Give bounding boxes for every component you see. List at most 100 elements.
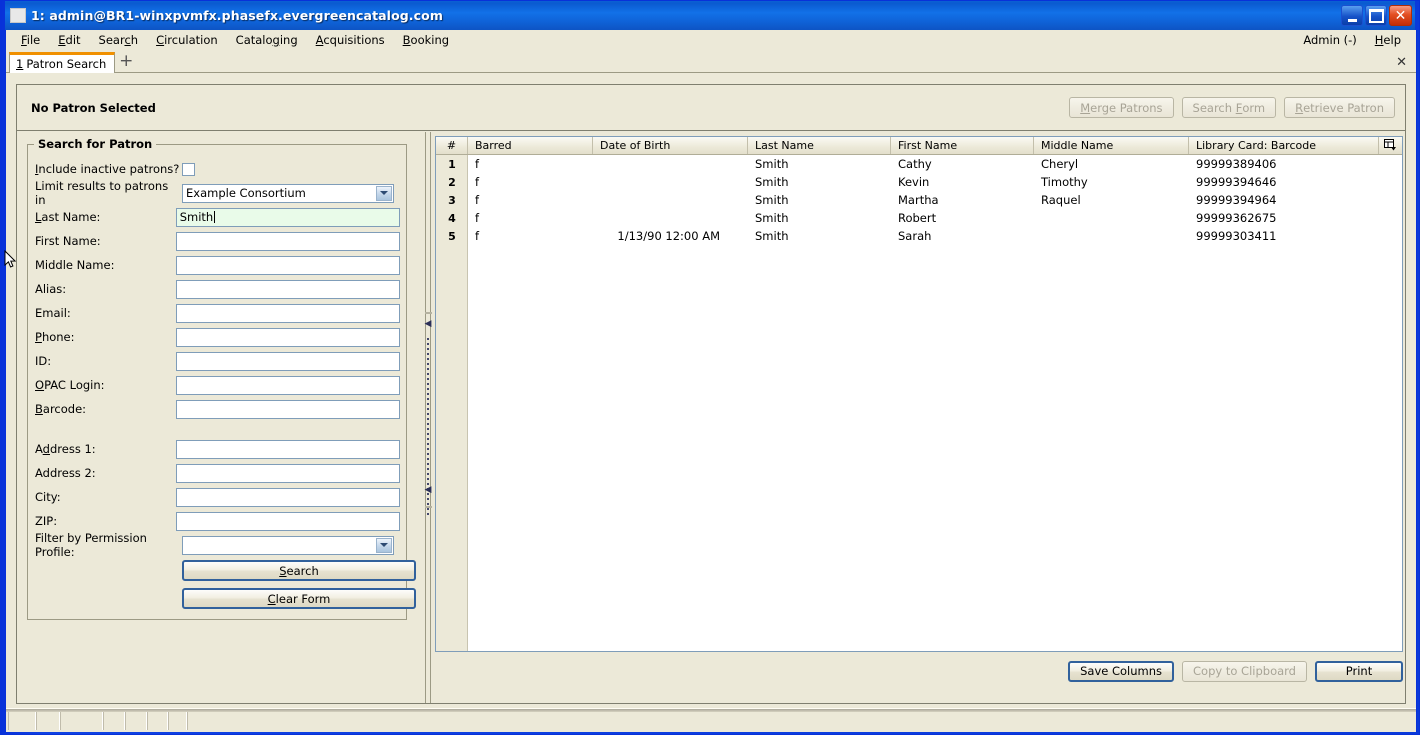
column-header-number[interactable]: # <box>436 137 468 154</box>
email-input[interactable] <box>175 303 400 323</box>
column-header-last-name[interactable]: Last Name <box>748 137 891 154</box>
column-header-library-card-barcode[interactable]: Library Card: Barcode <box>1189 137 1379 154</box>
last-name-label: Last Name: <box>35 210 101 224</box>
menu-admin[interactable]: Admin (-) <box>1294 31 1365 49</box>
menu-acquisitions[interactable]: Acquisitions <box>307 31 394 49</box>
address-2-input[interactable] <box>175 463 400 483</box>
menu-file-label-rest: ile <box>26 32 41 47</box>
copy-to-clipboard-button[interactable]: Copy to Clipboard <box>1182 660 1307 682</box>
column-picker-icon <box>1384 138 1397 153</box>
first-name-label: First Name: <box>35 234 101 248</box>
id-label: ID: <box>35 354 52 368</box>
field-opac-login: OPAC Login: <box>34 373 400 397</box>
middle-name-input[interactable] <box>175 255 400 275</box>
menu-edit[interactable]: Edit <box>49 31 89 49</box>
close-tab-icon[interactable]: ✕ <box>1396 55 1416 72</box>
phone-label: Phone: <box>35 330 75 344</box>
search-form-button[interactable]: Search Form <box>1181 97 1277 118</box>
city-input[interactable] <box>175 487 400 507</box>
column-header-middle-name[interactable]: Middle Name <box>1034 137 1189 154</box>
first-name-input[interactable] <box>175 231 400 251</box>
address-2-label: Address 2: <box>35 466 96 480</box>
table-row[interactable]: 1 f Smith Cathy Cheryl 99999389406 <box>436 155 1402 173</box>
column-picker-button[interactable] <box>1379 137 1402 154</box>
column-header-barred[interactable]: Barred <box>468 137 593 154</box>
close-window-button[interactable]: ✕ <box>1389 5 1412 26</box>
menu-circulation[interactable]: Circulation <box>147 31 227 49</box>
save-columns-button[interactable]: Save Columns <box>1068 660 1175 682</box>
include-inactive-checkbox[interactable] <box>182 162 195 176</box>
splitter-nub-top <box>425 311 432 314</box>
table-row[interactable]: 3 f Smith Martha Raquel 99999394964 <box>436 191 1402 209</box>
search-button[interactable]: Search <box>182 560 416 581</box>
permission-profile-select[interactable] <box>182 535 394 555</box>
field-zip: ZIP: <box>34 509 400 533</box>
table-row[interactable]: 4 f Smith Robert 99999362675 <box>436 209 1402 227</box>
results-header-row: # Barred Date of Birth Last Name First N… <box>436 137 1402 155</box>
zip-input[interactable] <box>175 511 400 531</box>
cell-first-name: Cathy <box>898 157 932 171</box>
search-for-patron-groupbox: Search for Patron Include inactive patro… <box>27 137 416 620</box>
split-container: Search for Patron Include inactive patro… <box>17 132 1405 703</box>
patron-header-strip: No Patron Selected Merge Patrons Search … <box>17 85 1405 131</box>
opac-login-label: OPAC Login: <box>35 378 105 392</box>
status-pane <box>187 712 1414 730</box>
cell-date-of-birth <box>593 191 748 209</box>
menu-file[interactable]: File <box>12 31 49 49</box>
city-label: City: <box>35 490 61 504</box>
cell-first-name: Kevin <box>898 175 930 189</box>
cell-number: 1 <box>448 157 456 171</box>
tab-label: Patron Search <box>26 57 107 71</box>
maximize-button[interactable] <box>1365 5 1387 26</box>
barcode-input[interactable] <box>175 399 400 419</box>
alias-input[interactable] <box>175 279 400 299</box>
retrieve-patron-button[interactable]: Retrieve Patron <box>1284 97 1395 118</box>
patron-results-list[interactable]: # Barred Date of Birth Last Name First N… <box>435 136 1403 652</box>
field-address-2: Address 2: <box>34 461 400 485</box>
splitter-nub-bottom <box>425 506 432 508</box>
menu-help[interactable]: Help <box>1366 31 1410 49</box>
cell-number: 2 <box>448 175 456 189</box>
address-1-input[interactable] <box>175 439 400 459</box>
menu-search[interactable]: Search <box>90 31 148 49</box>
patron-search-panel: No Patron Selected Merge Patrons Search … <box>16 84 1406 704</box>
cell-first-name: Martha <box>898 193 939 207</box>
merge-patrons-button[interactable]: Merge Patrons <box>1069 97 1174 118</box>
table-row[interactable]: 5 f 1/13/90 12:00 AM Smith Sarah 9999930… <box>436 227 1402 245</box>
field-permission-profile: Filter by Permission Profile: <box>34 531 400 559</box>
menu-cataloging[interactable]: Cataloging <box>227 31 307 49</box>
print-button[interactable]: Print <box>1315 660 1403 682</box>
limit-results-value: Example Consortium <box>186 186 306 200</box>
column-header-first-name[interactable]: First Name <box>891 137 1034 154</box>
splitter-collapse-left-icon[interactable]: ◀ <box>424 320 432 329</box>
pane-splitter[interactable]: ◀ ◀ <box>421 132 435 703</box>
tab-patron-search[interactable]: 1 Patron Search <box>9 52 116 73</box>
field-phone: Phone: <box>34 325 400 349</box>
new-tab-button[interactable]: + <box>115 51 137 72</box>
splitter-rail-left <box>425 132 426 703</box>
window-icon <box>10 8 26 23</box>
phone-input[interactable] <box>175 327 400 347</box>
menu-booking[interactable]: Booking <box>394 31 458 49</box>
cell-date-of-birth: 1/13/90 12:00 AM <box>617 229 720 243</box>
opac-login-input[interactable] <box>175 375 400 395</box>
field-middle-name: Middle Name: <box>34 253 400 277</box>
chevron-down-icon <box>376 537 392 553</box>
email-label: Email: <box>35 306 71 320</box>
splitter-collapse-left-icon-2[interactable]: ◀ <box>424 486 432 495</box>
tab-number: 1 <box>16 57 24 71</box>
form-gap <box>34 421 400 437</box>
id-input[interactable] <box>175 351 400 371</box>
table-row[interactable]: 2 f Smith Kevin Timothy 99999394646 <box>436 173 1402 191</box>
page-body: No Patron Selected Merge Patrons Search … <box>6 74 1416 732</box>
clear-form-button[interactable]: Clear Form <box>182 588 416 609</box>
address-1-label: Address 1: <box>35 442 96 456</box>
cell-library-card-barcode: 99999394964 <box>1196 193 1277 207</box>
minimize-button[interactable] <box>1341 5 1363 26</box>
cell-library-card-barcode: 99999362675 <box>1196 211 1277 225</box>
limit-results-select[interactable]: Example Consortium <box>182 183 394 203</box>
cell-date-of-birth <box>593 173 748 191</box>
cell-library-card-barcode: 99999303411 <box>1196 229 1277 243</box>
last-name-input[interactable]: Smith <box>175 207 400 227</box>
column-header-date-of-birth[interactable]: Date of Birth <box>593 137 748 154</box>
